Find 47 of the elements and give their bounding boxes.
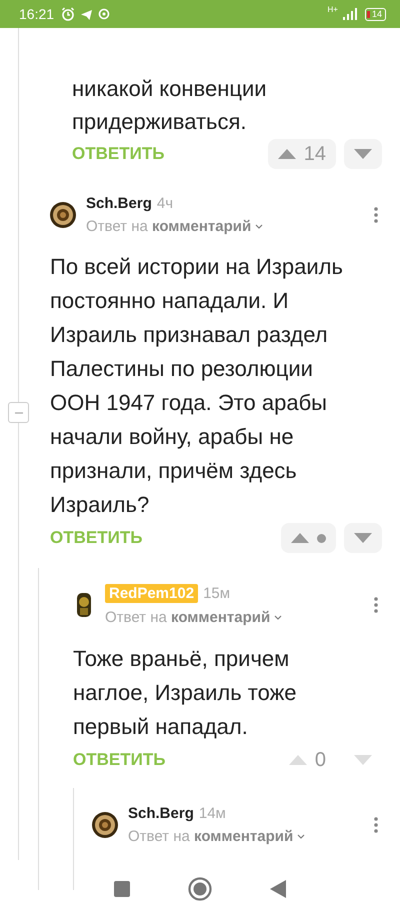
up-triangle-icon: [278, 149, 296, 159]
downvote-button[interactable]: [344, 523, 382, 553]
comment-time: 15м: [203, 585, 230, 602]
back-button[interactable]: [270, 880, 286, 898]
home-button[interactable]: [188, 876, 212, 900]
reply-to-link[interactable]: Ответ на комментарий: [86, 218, 252, 235]
author-name[interactable]: Sch.Berg: [128, 805, 194, 822]
alarm-icon: [61, 7, 76, 21]
upvote-button[interactable]: 14: [268, 139, 336, 169]
downvote-button[interactable]: [344, 139, 382, 169]
battery-indicator: 14: [364, 8, 386, 20]
chevron-down-icon: [297, 834, 306, 839]
comment-text: По всей истории на Израиль постоянно нападали. И Израиль признавал раздел Палестины по резолюции ООН 1947 года. Это арабы начали войну, арабы не признали, причём здесь Израиль?: [50, 253, 344, 519]
upvote-button[interactable]: [281, 523, 336, 553]
comment-time: 14м: [198, 805, 226, 822]
chevron-down-icon: [255, 224, 264, 229]
network-type: H+: [328, 6, 338, 14]
reply-link[interactable]: ОТВЕТИТЬ: [73, 750, 166, 770]
down-triangle-icon: [354, 755, 372, 765]
comment-text: Тоже враньё, причем наглое, Израиль тоже первый нападал.: [73, 645, 298, 741]
vote-score: 0: [314, 748, 326, 772]
author-name[interactable]: RedPem102: [105, 584, 198, 603]
down-triangle-icon: [354, 533, 372, 543]
reply-link[interactable]: ОТВЕТИТЬ: [72, 144, 164, 164]
avatar: [50, 202, 76, 228]
more-icon[interactable]: [374, 597, 378, 613]
more-icon[interactable]: [374, 207, 378, 223]
upvote-button[interactable]: 0: [278, 745, 336, 775]
vote-score: 14: [304, 142, 326, 166]
reply-to-link[interactable]: Ответ на комментарий: [105, 609, 270, 626]
comment-time: 4ч: [156, 195, 174, 212]
author-name[interactable]: Sch.Berg: [86, 195, 152, 212]
hidden-score-dot: [317, 534, 326, 542]
more-icon[interactable]: [374, 817, 378, 833]
reply-to-link[interactable]: Ответ на комментарий: [128, 828, 294, 845]
up-triangle-icon: [291, 533, 309, 543]
paper-plane-icon: [80, 8, 94, 20]
down-triangle-icon: [354, 149, 372, 159]
comment-text: никакой конвенции придерживаться.: [72, 75, 268, 136]
signal-icon: [342, 8, 357, 20]
avatar: [92, 812, 118, 838]
circle-icon: [98, 8, 110, 20]
up-triangle-icon: [288, 755, 307, 765]
recents-button[interactable]: [114, 880, 130, 896]
chevron-down-icon: [274, 615, 282, 620]
clock: 16:21: [19, 6, 54, 22]
reply-link[interactable]: ОТВЕТИТЬ: [50, 528, 142, 548]
